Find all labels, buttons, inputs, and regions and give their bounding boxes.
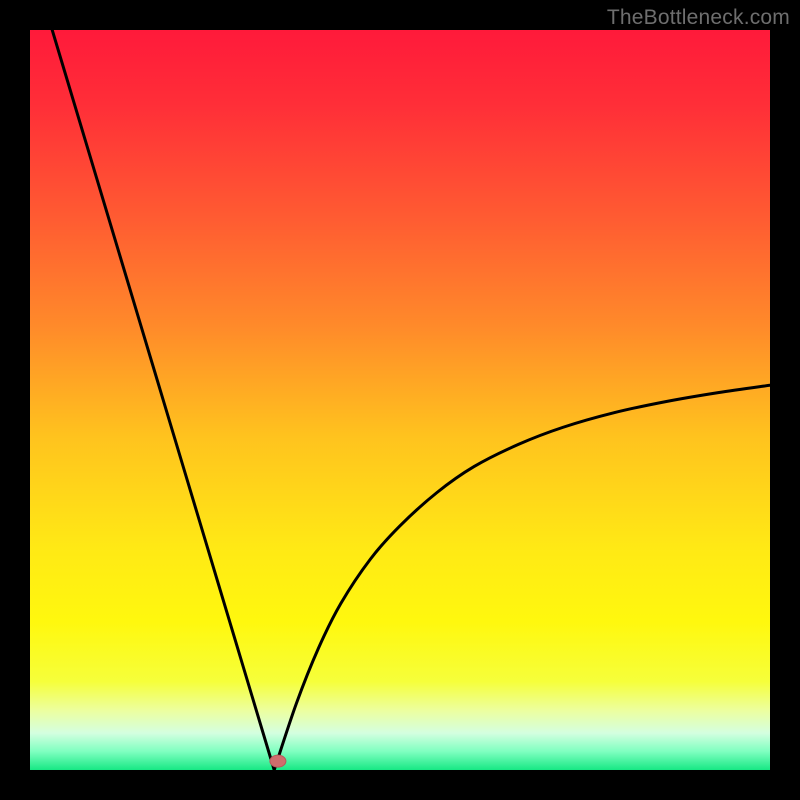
min-marker [270, 755, 286, 767]
chart-frame [30, 30, 770, 770]
watermark-text: TheBottleneck.com [607, 6, 790, 30]
gradient-background [30, 30, 770, 770]
bottleneck-chart [30, 30, 770, 770]
